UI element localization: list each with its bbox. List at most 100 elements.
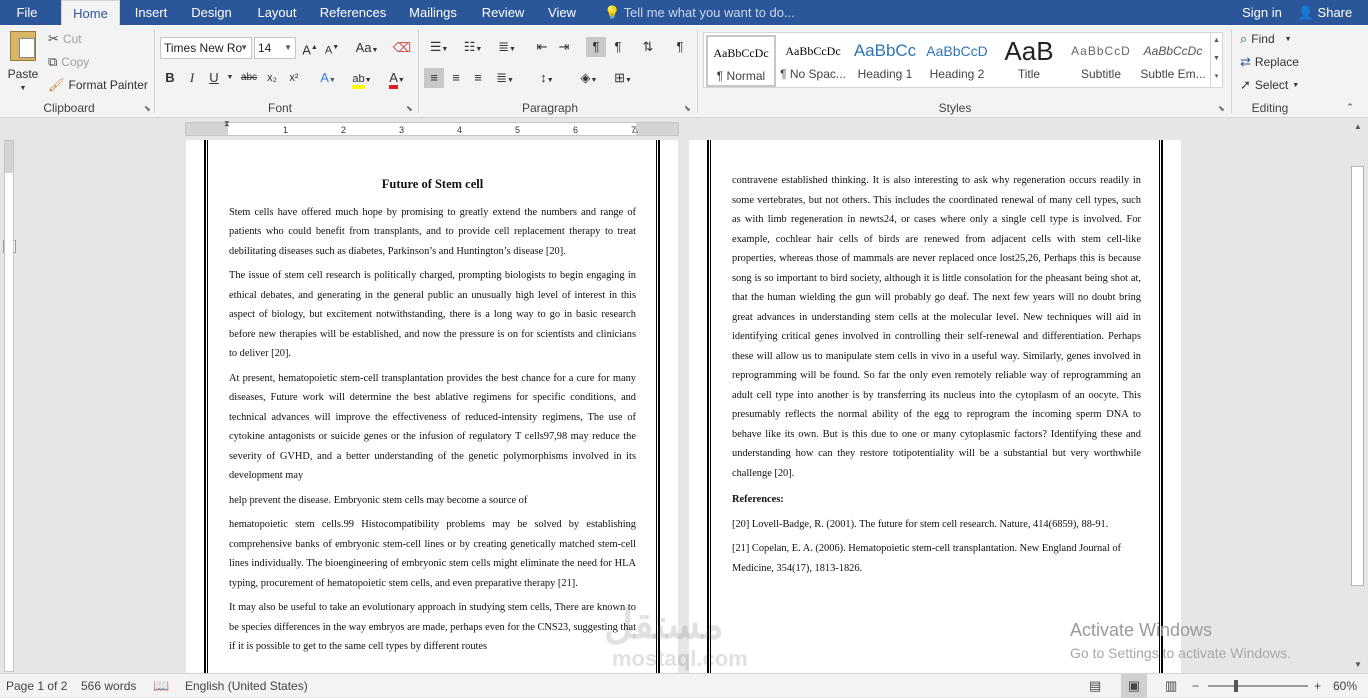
style-title[interactable]: AaB Title <box>994 35 1064 87</box>
tab-mailings[interactable]: Mailings <box>402 0 464 25</box>
collapse-ribbon-button[interactable]: ⌃ <box>1340 97 1360 117</box>
tab-insert[interactable]: Insert <box>124 0 178 25</box>
decrease-indent-button[interactable]: ⇤ <box>532 37 552 57</box>
shading-button[interactable]: ◈▼ <box>574 68 604 88</box>
tab-layout[interactable]: Layout <box>250 0 304 25</box>
cut-button[interactable]: ✂ Cut <box>48 31 82 47</box>
multilevel-list-button[interactable]: ≣▼ <box>492 37 522 57</box>
find-button[interactable]: ⌕ Find ▼ <box>1240 31 1292 47</box>
horizontal-ruler[interactable]: 1 2 3 4 5 6 7 ⧗ △ <box>185 119 679 136</box>
page-1-text[interactable]: Future of Stem cell Stem cells have offe… <box>229 171 636 662</box>
select-button[interactable]: ➚ Select ▼ <box>1240 77 1299 93</box>
align-left-button[interactable]: ≡ <box>424 68 444 88</box>
indent-marker-icon[interactable]: ⧗ <box>224 119 230 129</box>
vertical-ruler[interactable] <box>4 140 14 672</box>
style-subtle-emphasis[interactable]: AaBbCcDc Subtle Em... <box>1138 35 1208 87</box>
styles-gallery-scroll[interactable]: ▲ ▼ ▾ <box>1210 32 1222 88</box>
replace-button[interactable]: ⇄ Replace <box>1240 54 1299 70</box>
zoom-slider[interactable] <box>1208 680 1308 692</box>
scroll-down-icon[interactable]: ▼ <box>1351 658 1365 672</box>
font-name-combo[interactable]: Times New Ro ▼ <box>160 37 252 59</box>
text-effects-button[interactable]: A▼ <box>314 68 342 88</box>
grow-font-button[interactable]: A▲ <box>300 38 320 58</box>
chevron-up-icon: ⌃ <box>1346 102 1354 112</box>
zoom-out-icon[interactable]: − <box>1192 674 1199 698</box>
zoom-level[interactable]: 60% <box>1333 674 1357 698</box>
font-color-button[interactable]: A▼ <box>382 68 412 89</box>
mostaql-logo-watermark: مستقل <box>604 603 724 647</box>
proofing-icon[interactable]: 📖 <box>153 674 169 698</box>
underline-button[interactable]: U <box>204 68 224 88</box>
tab-design[interactable]: Design <box>184 0 239 25</box>
styles-launcher-icon[interactable]: ⬊ <box>1218 104 1227 113</box>
align-right-button[interactable]: ≡ <box>468 68 488 88</box>
copy-button[interactable]: ⧉ Copy <box>48 54 89 70</box>
chevron-down-icon[interactable]: ▼ <box>1211 50 1222 68</box>
chevron-up-icon[interactable]: ▲ <box>1211 32 1222 50</box>
strikethrough-button[interactable]: abc <box>238 68 260 88</box>
justify-button[interactable]: ≣▼ <box>490 68 520 88</box>
read-mode-icon[interactable]: ▤ <box>1089 674 1101 698</box>
scrollbar-thumb[interactable] <box>1351 166 1364 586</box>
print-layout-icon[interactable]: ▣ <box>1121 674 1147 698</box>
zoom-slider-thumb[interactable] <box>1233 680 1238 692</box>
horizontal-ruler-area: L 1 2 3 4 5 6 7 ⧗ △ <box>0 118 1368 253</box>
scroll-up-icon[interactable]: ▲ <box>1351 120 1365 134</box>
paragraph-launcher-icon[interactable]: ⬊ <box>684 104 693 113</box>
change-case-button[interactable]: Aa▼ <box>351 38 383 58</box>
share-button[interactable]: 👤 Share <box>1292 0 1358 25</box>
subscript-button[interactable]: x₂ <box>262 68 282 88</box>
numbering-button[interactable]: ☷▼ <box>458 37 488 57</box>
more-styles-icon[interactable]: ▾ <box>1211 68 1222 86</box>
borders-button[interactable]: ⊞▼ <box>608 68 638 88</box>
tab-file[interactable]: File <box>0 0 54 25</box>
document-area[interactable]: Future of Stem cell Stem cells have offe… <box>18 140 1348 673</box>
format-painter-button[interactable]: 🖌 Format Painter <box>48 77 148 93</box>
right-indent-marker-icon[interactable]: △ <box>632 125 638 134</box>
page-1: Future of Stem cell Stem cells have offe… <box>186 140 678 673</box>
style-preview: AaBbCcDc <box>785 44 841 58</box>
line-spacing-button[interactable]: ↕▼ <box>532 68 562 88</box>
word-count[interactable]: 566 words <box>81 674 136 698</box>
page-count[interactable]: Page 1 of 2 <box>6 674 67 698</box>
font-size-combo[interactable]: 14 ▼ <box>254 37 296 59</box>
tab-references[interactable]: References <box>316 0 390 25</box>
vertical-scrollbar[interactable]: ▲ ▼ <box>1348 118 1368 673</box>
font-launcher-icon[interactable]: ⬊ <box>406 104 415 113</box>
underline-dropdown[interactable]: ▼ <box>224 68 236 88</box>
styles-group-label: Styles <box>938 101 972 115</box>
highlight-button[interactable]: ab▼ <box>346 68 378 89</box>
zoom-in-icon[interactable]: + <box>1314 674 1321 698</box>
sort-button[interactable]: ⇅ <box>638 37 658 57</box>
style-heading-2[interactable]: AaBbCcD Heading 2 <box>922 35 992 87</box>
clear-formatting-button[interactable]: ⌫ <box>392 38 412 58</box>
style-preview: AaBbCc <box>853 41 917 60</box>
page-2-text[interactable]: contravene established thinking. It is a… <box>732 171 1141 583</box>
bold-button[interactable]: B <box>160 68 180 88</box>
paste-button[interactable]: Paste ▼ <box>6 31 40 92</box>
style-normal[interactable]: AaBbCcDc ¶ Normal <box>706 35 776 87</box>
tab-view[interactable]: View <box>540 0 584 25</box>
language-indicator[interactable]: English (United States) <box>185 674 308 698</box>
eraser-icon: ⌫ <box>392 40 412 55</box>
paragraph: It may also be useful to take an evoluti… <box>229 602 636 652</box>
bullets-button[interactable]: ☰▼ <box>424 37 454 57</box>
tab-review[interactable]: Review <box>476 0 530 25</box>
tell-me-search[interactable]: 💡 Tell me what you want to do... <box>604 0 795 25</box>
sign-in-link[interactable]: Sign in <box>1236 0 1288 25</box>
show-marks-button[interactable]: ¶ <box>670 37 690 57</box>
style-subtitle[interactable]: AaBbCcD Subtitle <box>1066 35 1136 87</box>
align-center-button[interactable]: ≡ <box>446 68 466 88</box>
tab-home[interactable]: Home <box>61 0 120 25</box>
italic-button[interactable]: I <box>182 68 202 88</box>
superscript-button[interactable]: x² <box>284 68 304 88</box>
style-no-spacing[interactable]: AaBbCcDc ¶ No Spac... <box>778 35 848 87</box>
increase-indent-button[interactable]: ⇥ <box>554 37 574 57</box>
ltr-button[interactable]: ¶ <box>586 37 606 57</box>
clipboard-launcher-icon[interactable]: ⬊ <box>144 104 153 113</box>
style-heading-1[interactable]: AaBbCc Heading 1 <box>850 35 920 87</box>
web-layout-icon[interactable]: ▥ <box>1165 674 1177 698</box>
rtl-button[interactable]: ¶ <box>608 37 628 57</box>
paragraph: At present, hematopoietic stem-cell tran… <box>229 372 636 482</box>
shrink-font-button[interactable]: A▼ <box>322 38 342 58</box>
